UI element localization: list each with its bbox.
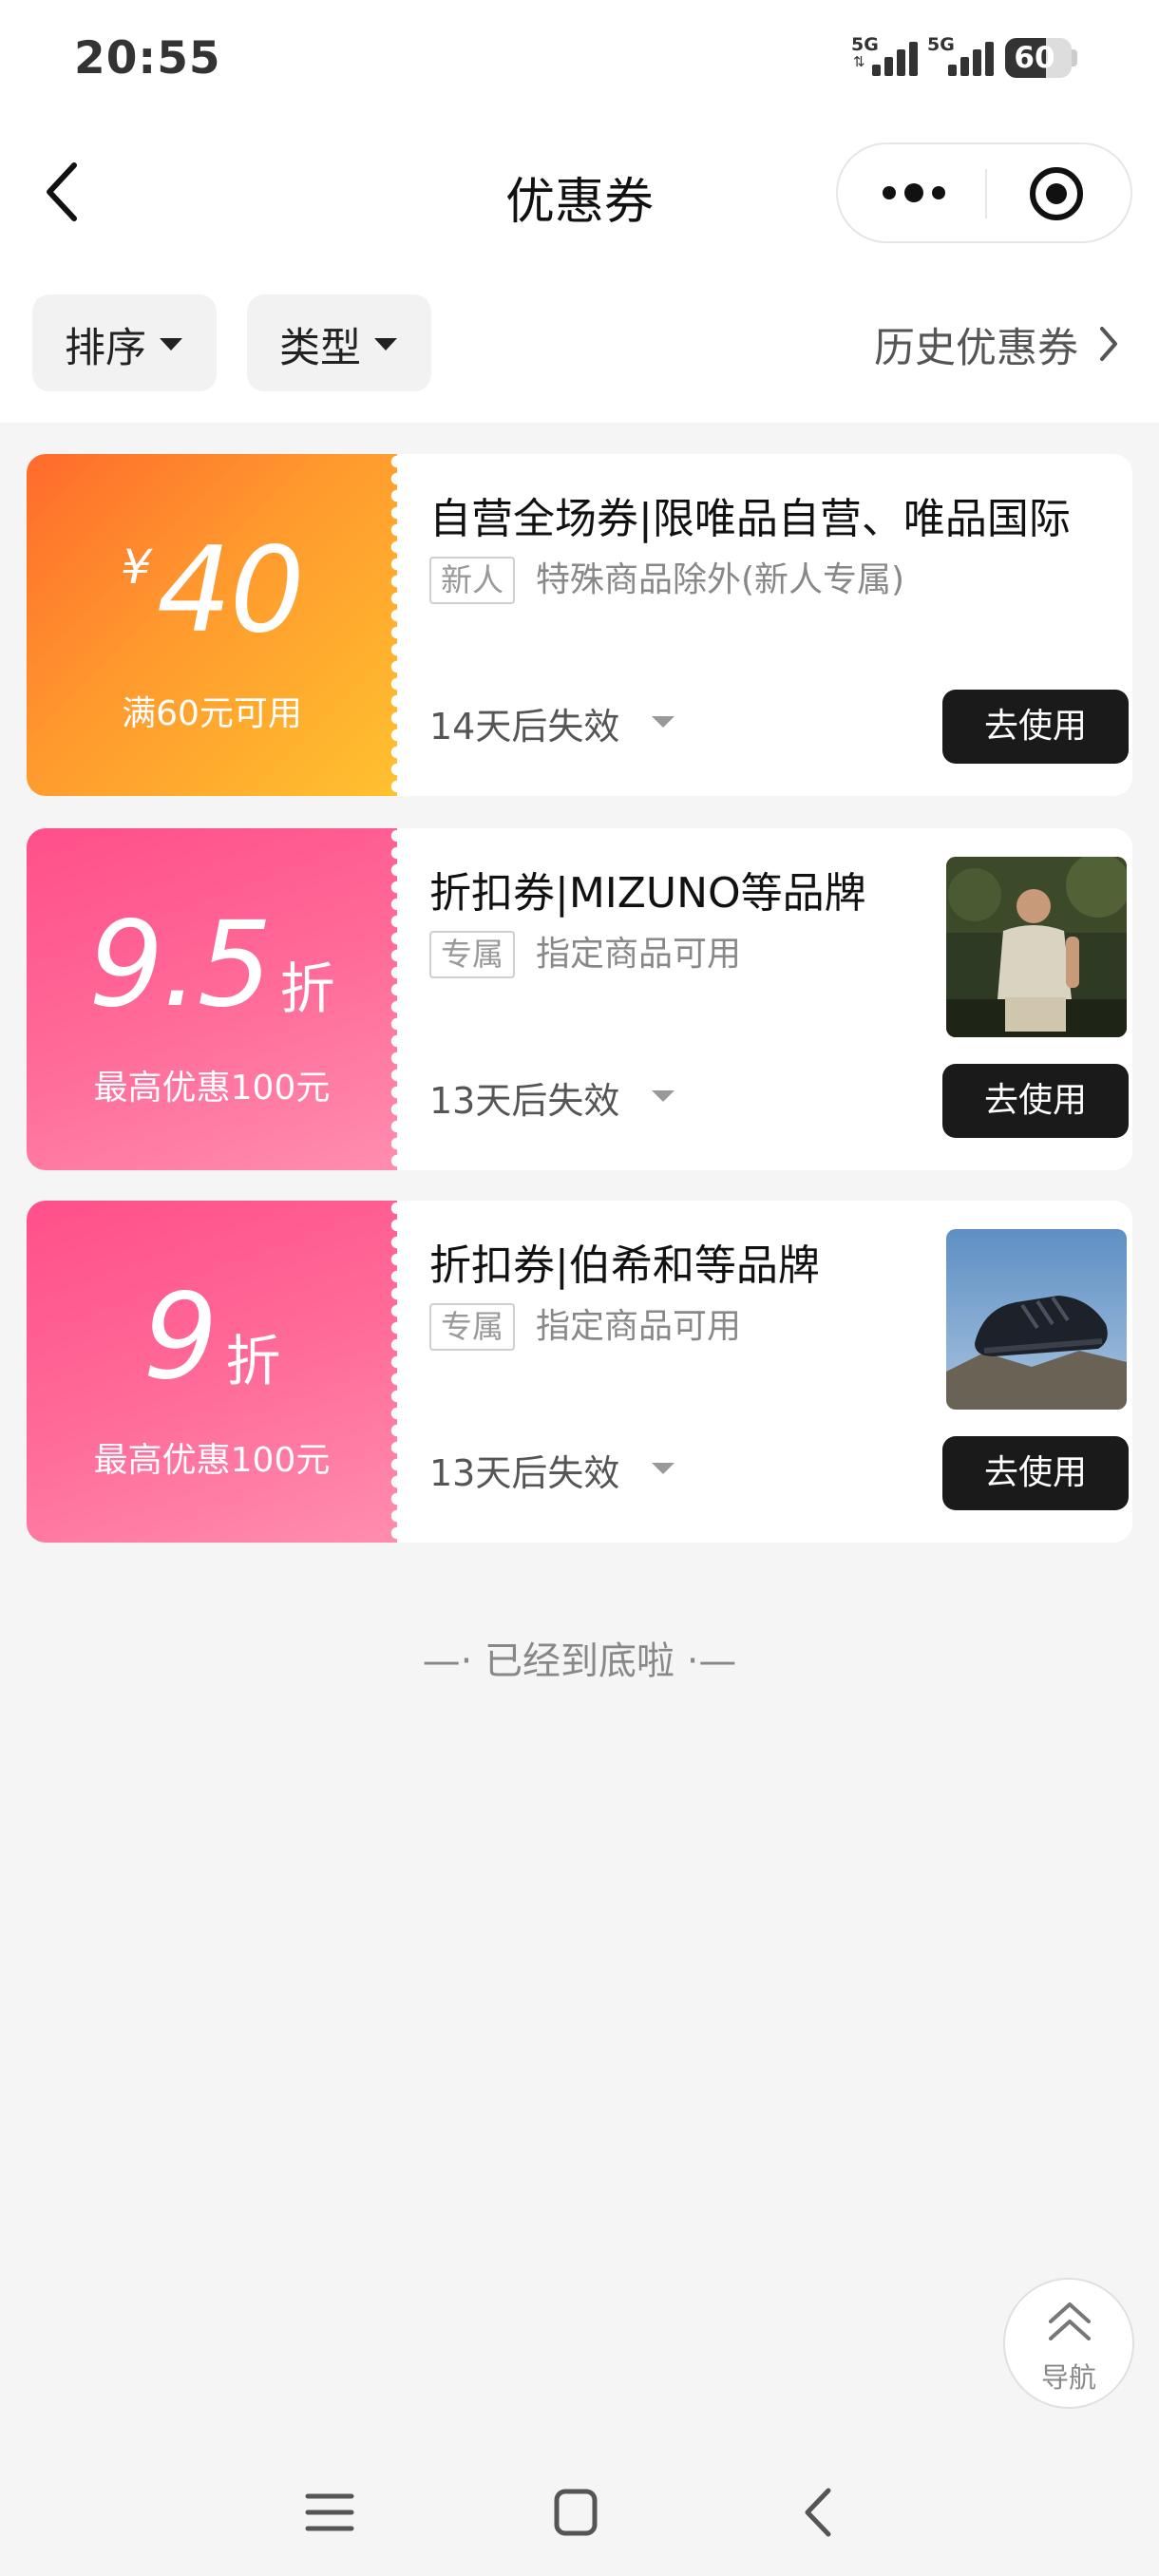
- square-home-icon: [554, 2489, 598, 2536]
- coupon-tag-desc: 指定商品可用: [536, 935, 742, 974]
- more-dots-icon: [883, 183, 945, 202]
- coupon-condition: 满60元可用: [122, 694, 302, 733]
- coupon-amount: 9.5: [88, 897, 272, 1033]
- coupon-expire[interactable]: 13天后失效: [429, 1444, 619, 1496]
- use-coupon-button[interactable]: 去使用: [942, 690, 1129, 764]
- back-triangle-icon: [805, 2488, 831, 2537]
- type-filter[interactable]: 类型: [247, 294, 431, 391]
- coupon-card: ¥40 满60元可用 自营全场券|限唯品自营、唯品国际 新人 特殊商品除外(新人…: [27, 454, 1132, 796]
- coupon-info: 折扣券|MIZUNO等品牌 专属 指定商品可用 13天后失效 去使用: [429, 828, 1129, 1170]
- coupon-stub: 9折 最高优惠100元: [27, 1201, 405, 1543]
- use-coupon-button[interactable]: 去使用: [942, 1436, 1129, 1510]
- coupon-tag: 新人: [429, 557, 515, 604]
- signal-icon-2: 5G: [927, 34, 1003, 82]
- floating-nav-label: 导航: [1040, 2361, 1096, 2394]
- coupon-page: 20:55 5G ⇅ 5G 60 优惠券 排序 类型 历史优惠券 ¥40 满60…: [0, 0, 1159, 2576]
- status-time: 20:55: [74, 32, 221, 85]
- coupon-tag-desc: 特殊商品除外(新人专属): [536, 560, 905, 599]
- back-button[interactable]: [38, 158, 87, 226]
- caret-down-icon[interactable]: [652, 1463, 674, 1474]
- battery-icon: 60: [1005, 38, 1072, 78]
- coupon-card: 9.5 折 最高优惠100元 折扣券|MIZUNO等品牌 专属 指定商品可用 1…: [27, 828, 1132, 1170]
- chevron-left-icon: [47, 162, 77, 221]
- signal-bars-icon: [948, 40, 1001, 76]
- target-icon: [1030, 167, 1083, 220]
- sort-label: 排序: [65, 325, 146, 372]
- system-nav-bar: [0, 2451, 1159, 2576]
- battery-tip: [1072, 49, 1077, 66]
- use-coupon-button[interactable]: 去使用: [942, 1064, 1129, 1138]
- system-back-button[interactable]: [781, 2479, 857, 2546]
- status-bar: 20:55 5G ⇅ 5G 60: [0, 0, 1159, 123]
- signal-bars-icon: [872, 40, 925, 76]
- caret-down-icon: [374, 338, 397, 350]
- coupon-amount-wrap: ¥40: [27, 532, 397, 650]
- caret-down-icon: [160, 338, 182, 350]
- caret-down-icon[interactable]: [652, 1090, 674, 1102]
- coupon-unit: 折: [225, 1329, 281, 1393]
- coupon-tag: 专属: [429, 1303, 515, 1351]
- coupon-title: 折扣券|伯希和等品牌: [429, 1241, 820, 1290]
- coupon-tag-desc: 指定商品可用: [536, 1307, 742, 1346]
- sort-filter[interactable]: 排序: [32, 294, 217, 391]
- page-title: 优惠券: [504, 174, 654, 231]
- coupon-amount: 9: [142, 1269, 218, 1406]
- close-miniprogram-button[interactable]: [1028, 165, 1085, 222]
- coupon-tag: 专属: [429, 931, 515, 978]
- floating-nav-button[interactable]: 导航: [1003, 2278, 1134, 2409]
- coupon-info: 折扣券|伯希和等品牌 专属 指定商品可用 13天后失效 去使用: [429, 1201, 1129, 1543]
- battery-level: 60: [1014, 41, 1055, 75]
- list-end-indicator: —· 已经到底啦 ·—: [422, 1639, 737, 1683]
- home-button[interactable]: [538, 2479, 614, 2546]
- type-label: 类型: [279, 325, 361, 372]
- coupon-card: 9折 最高优惠100元 折扣券|伯希和等品牌 专属 指定商品可用 13天后失效 …: [27, 1201, 1132, 1543]
- coupon-amount-wrap: 9.5 折: [27, 906, 397, 1024]
- coupon-unit: 折: [279, 957, 335, 1021]
- double-chevron-up-icon: [1049, 2302, 1091, 2340]
- history-coupons-link[interactable]: 历史优惠券: [874, 315, 1078, 374]
- coupon-condition: 最高优惠100元: [93, 1069, 331, 1108]
- menu-icon: [305, 2493, 354, 2531]
- product-thumbnail[interactable]: [946, 1229, 1127, 1410]
- capsule-divider: [985, 169, 987, 218]
- model-photo-image: [946, 857, 1127, 1037]
- coupon-title: 折扣券|MIZUNO等品牌: [429, 869, 866, 918]
- currency-symbol: ¥: [121, 540, 151, 595]
- coupon-amount-wrap: 9折: [27, 1279, 397, 1396]
- coupon-condition: 最高优惠100元: [93, 1441, 331, 1480]
- menu-button[interactable]: [293, 2479, 369, 2546]
- product-thumbnail[interactable]: [946, 857, 1127, 1037]
- coupon-expire[interactable]: 14天后失效: [429, 697, 619, 749]
- miniprogram-capsule: [836, 142, 1132, 243]
- chevron-right-icon: [1100, 327, 1117, 361]
- caret-down-icon[interactable]: [652, 716, 674, 728]
- coupon-stub: ¥40 满60元可用: [27, 454, 405, 796]
- coupon-info: 自营全场券|限唯品自营、唯品国际 新人 特殊商品除外(新人专属) 14天后失效 …: [429, 454, 1129, 796]
- coupon-amount: 40: [157, 522, 305, 659]
- more-button[interactable]: [876, 144, 952, 241]
- signal-icon-1: 5G ⇅: [851, 34, 927, 82]
- coupon-title: 自营全场券|限唯品自营、唯品国际: [429, 495, 1071, 543]
- coupon-stub: 9.5 折 最高优惠100元: [27, 828, 405, 1170]
- data-arrows-icon: ⇅: [853, 53, 865, 70]
- coupon-expire[interactable]: 13天后失效: [429, 1071, 619, 1124]
- hiking-shoe-image: [946, 1229, 1127, 1410]
